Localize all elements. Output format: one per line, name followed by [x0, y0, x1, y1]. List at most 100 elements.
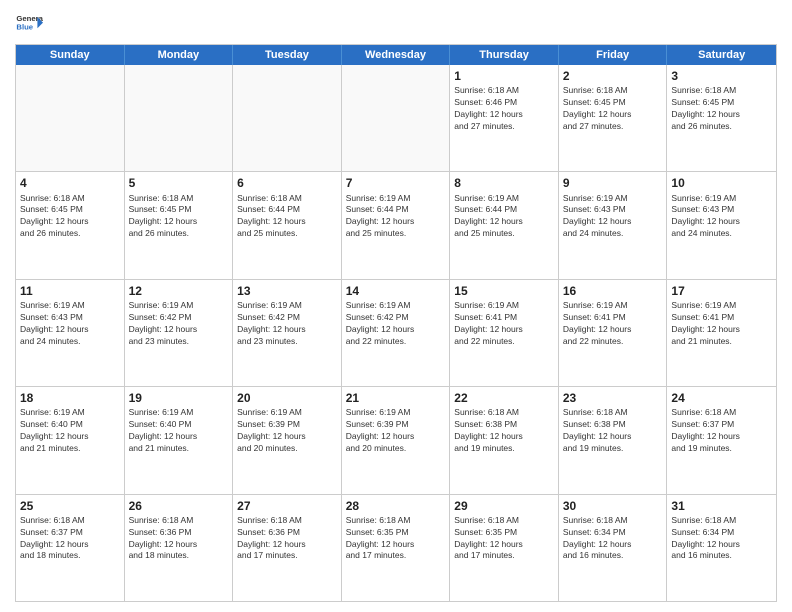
- header-day-sunday: Sunday: [16, 45, 125, 65]
- calendar-cell-28: 28Sunrise: 6:18 AM Sunset: 6:35 PM Dayli…: [342, 495, 451, 601]
- day-number: 2: [563, 68, 663, 84]
- calendar-cell-10: 10 Sunrise: 6:19 AM Sunset: 6:43 PM Dayli…: [667, 172, 776, 278]
- day-number: 11: [20, 283, 120, 299]
- day-info: Sunrise: 6:18 AM Sunset: 6:46 PM Dayligh…: [454, 85, 554, 133]
- day-number: 19: [129, 390, 229, 406]
- day-info: Sunrise: 6:19 AM Sunset: 6:39 PM Dayligh…: [346, 407, 446, 455]
- day-number: 13: [237, 283, 337, 299]
- calendar-cell-5: 5Sunrise: 6:18 AM Sunset: 6:45 PM Daylig…: [125, 172, 234, 278]
- day-info: Sunrise: 6:18 AM Sunset: 6:36 PM Dayligh…: [129, 515, 229, 563]
- calendar-row-2: 4 Sunrise: 6:18 AM Sunset: 6:45 PM Daylig…: [16, 171, 776, 278]
- day-number: 4: [20, 175, 120, 191]
- day-info: Sunrise: 6:18 AM Sunset: 6:45 PM Dayligh…: [563, 85, 663, 133]
- calendar-cell-27: 27Sunrise: 6:18 AM Sunset: 6:36 PM Dayli…: [233, 495, 342, 601]
- day-number: 15: [454, 283, 554, 299]
- day-info: Sunrise: 6:19 AM Sunset: 6:42 PM Dayligh…: [346, 300, 446, 348]
- day-info: Sunrise: 6:19 AM Sunset: 6:43 PM Dayligh…: [671, 193, 772, 241]
- day-info: Sunrise: 6:19 AM Sunset: 6:44 PM Dayligh…: [346, 193, 446, 241]
- calendar-cell-12: 12Sunrise: 6:19 AM Sunset: 6:42 PM Dayli…: [125, 280, 234, 386]
- day-number: 8: [454, 175, 554, 191]
- day-info: Sunrise: 6:18 AM Sunset: 6:35 PM Dayligh…: [346, 515, 446, 563]
- calendar-header: SundayMondayTuesdayWednesdayThursdayFrid…: [16, 45, 776, 65]
- header-day-friday: Friday: [559, 45, 668, 65]
- day-info: Sunrise: 6:18 AM Sunset: 6:37 PM Dayligh…: [671, 407, 772, 455]
- calendar-cell-19: 19Sunrise: 6:19 AM Sunset: 6:40 PM Dayli…: [125, 387, 234, 493]
- day-number: 28: [346, 498, 446, 514]
- day-number: 18: [20, 390, 120, 406]
- day-number: 10: [671, 175, 772, 191]
- calendar-cell-7: 7 Sunrise: 6:19 AM Sunset: 6:44 PM Daylig…: [342, 172, 451, 278]
- day-info: Sunrise: 6:18 AM Sunset: 6:34 PM Dayligh…: [671, 515, 772, 563]
- day-info: Sunrise: 6:18 AM Sunset: 6:34 PM Dayligh…: [563, 515, 663, 563]
- day-info: Sunrise: 6:19 AM Sunset: 6:41 PM Dayligh…: [671, 300, 772, 348]
- calendar-cell-20: 20Sunrise: 6:19 AM Sunset: 6:39 PM Dayli…: [233, 387, 342, 493]
- day-info: Sunrise: 6:19 AM Sunset: 6:43 PM Dayligh…: [20, 300, 120, 348]
- day-info: Sunrise: 6:19 AM Sunset: 6:39 PM Dayligh…: [237, 407, 337, 455]
- calendar-cell-30: 30Sunrise: 6:18 AM Sunset: 6:34 PM Dayli…: [559, 495, 668, 601]
- calendar-cell-empty-0-0: [16, 65, 125, 171]
- calendar-cell-17: 17Sunrise: 6:19 AM Sunset: 6:41 PM Dayli…: [667, 280, 776, 386]
- day-info: Sunrise: 6:19 AM Sunset: 6:42 PM Dayligh…: [237, 300, 337, 348]
- calendar-body: 1Sunrise: 6:18 AM Sunset: 6:46 PM Daylig…: [16, 65, 776, 601]
- day-info: Sunrise: 6:18 AM Sunset: 6:35 PM Dayligh…: [454, 515, 554, 563]
- day-number: 17: [671, 283, 772, 299]
- calendar-cell-26: 26Sunrise: 6:18 AM Sunset: 6:36 PM Dayli…: [125, 495, 234, 601]
- header-day-thursday: Thursday: [450, 45, 559, 65]
- calendar-cell-6: 6 Sunrise: 6:18 AM Sunset: 6:44 PM Daylig…: [233, 172, 342, 278]
- calendar-cell-29: 29Sunrise: 6:18 AM Sunset: 6:35 PM Dayli…: [450, 495, 559, 601]
- calendar-cell-18: 18Sunrise: 6:19 AM Sunset: 6:40 PM Dayli…: [16, 387, 125, 493]
- calendar-cell-13: 13Sunrise: 6:19 AM Sunset: 6:42 PM Dayli…: [233, 280, 342, 386]
- day-number: 14: [346, 283, 446, 299]
- calendar-cell-empty-0-2: [233, 65, 342, 171]
- calendar-cell-21: 21Sunrise: 6:19 AM Sunset: 6:39 PM Dayli…: [342, 387, 451, 493]
- calendar-cell-24: 24Sunrise: 6:18 AM Sunset: 6:37 PM Dayli…: [667, 387, 776, 493]
- day-info: Sunrise: 6:18 AM Sunset: 6:44 PM Dayligh…: [237, 193, 337, 241]
- calendar-cell-23: 23Sunrise: 6:18 AM Sunset: 6:38 PM Dayli…: [559, 387, 668, 493]
- day-info: Sunrise: 6:18 AM Sunset: 6:45 PM Dayligh…: [671, 85, 772, 133]
- day-number: 30: [563, 498, 663, 514]
- day-number: 16: [563, 283, 663, 299]
- day-number: 20: [237, 390, 337, 406]
- header-day-saturday: Saturday: [667, 45, 776, 65]
- calendar-cell-2: 2Sunrise: 6:18 AM Sunset: 6:45 PM Daylig…: [559, 65, 668, 171]
- calendar-cell-9: 9Sunrise: 6:19 AM Sunset: 6:43 PM Daylig…: [559, 172, 668, 278]
- day-number: 6: [237, 175, 337, 191]
- calendar-cell-31: 31Sunrise: 6:18 AM Sunset: 6:34 PM Dayli…: [667, 495, 776, 601]
- day-info: Sunrise: 6:18 AM Sunset: 6:45 PM Dayligh…: [20, 193, 120, 241]
- logo: General Blue: [15, 10, 43, 38]
- calendar-cell-25: 25Sunrise: 6:18 AM Sunset: 6:37 PM Dayli…: [16, 495, 125, 601]
- day-number: 25: [20, 498, 120, 514]
- day-info: Sunrise: 6:18 AM Sunset: 6:38 PM Dayligh…: [454, 407, 554, 455]
- day-info: Sunrise: 6:19 AM Sunset: 6:44 PM Dayligh…: [454, 193, 554, 241]
- header-day-tuesday: Tuesday: [233, 45, 342, 65]
- day-info: Sunrise: 6:18 AM Sunset: 6:38 PM Dayligh…: [563, 407, 663, 455]
- day-info: Sunrise: 6:18 AM Sunset: 6:37 PM Dayligh…: [20, 515, 120, 563]
- day-number: 9: [563, 175, 663, 191]
- calendar-cell-1: 1Sunrise: 6:18 AM Sunset: 6:46 PM Daylig…: [450, 65, 559, 171]
- calendar-cell-15: 15Sunrise: 6:19 AM Sunset: 6:41 PM Dayli…: [450, 280, 559, 386]
- page: General Blue SundayMondayTuesdayWednesda…: [0, 0, 792, 612]
- day-info: Sunrise: 6:19 AM Sunset: 6:40 PM Dayligh…: [20, 407, 120, 455]
- day-number: 1: [454, 68, 554, 84]
- svg-text:Blue: Blue: [16, 23, 33, 32]
- logo-icon: General Blue: [15, 10, 43, 38]
- calendar-cell-8: 8 Sunrise: 6:19 AM Sunset: 6:44 PM Daylig…: [450, 172, 559, 278]
- calendar-cell-3: 3Sunrise: 6:18 AM Sunset: 6:45 PM Daylig…: [667, 65, 776, 171]
- day-number: 12: [129, 283, 229, 299]
- day-number: 31: [671, 498, 772, 514]
- day-number: 22: [454, 390, 554, 406]
- day-info: Sunrise: 6:18 AM Sunset: 6:45 PM Dayligh…: [129, 193, 229, 241]
- day-info: Sunrise: 6:19 AM Sunset: 6:41 PM Dayligh…: [454, 300, 554, 348]
- calendar-row-3: 11Sunrise: 6:19 AM Sunset: 6:43 PM Dayli…: [16, 279, 776, 386]
- header: General Blue: [15, 10, 777, 38]
- calendar-cell-4: 4 Sunrise: 6:18 AM Sunset: 6:45 PM Daylig…: [16, 172, 125, 278]
- header-day-monday: Monday: [125, 45, 234, 65]
- calendar-row-5: 25Sunrise: 6:18 AM Sunset: 6:37 PM Dayli…: [16, 494, 776, 601]
- day-number: 26: [129, 498, 229, 514]
- day-number: 24: [671, 390, 772, 406]
- day-info: Sunrise: 6:19 AM Sunset: 6:41 PM Dayligh…: [563, 300, 663, 348]
- calendar-cell-11: 11Sunrise: 6:19 AM Sunset: 6:43 PM Dayli…: [16, 280, 125, 386]
- day-number: 7: [346, 175, 446, 191]
- calendar-row-4: 18Sunrise: 6:19 AM Sunset: 6:40 PM Dayli…: [16, 386, 776, 493]
- calendar-cell-empty-0-3: [342, 65, 451, 171]
